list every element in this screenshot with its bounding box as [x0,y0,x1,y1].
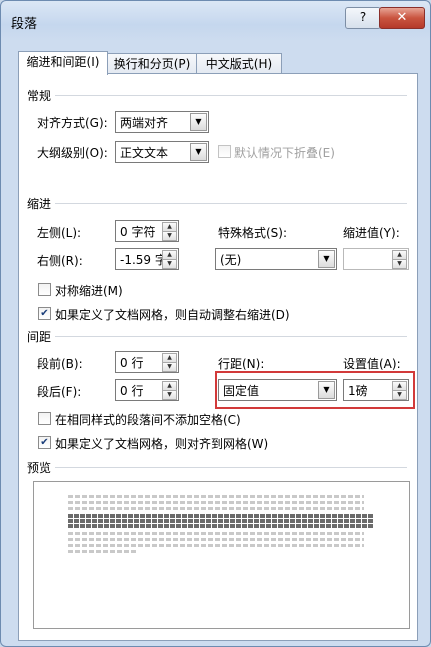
tab-panel: 常规 对齐方式(G): 两端对齐 ▼ 大纲级别(O): 正文文本 ▼ 默认情况下… [18,73,418,641]
paragraph-dialog: 段落 ? ✕ 缩进和间距(I) 换行和分页(P) 中文版式(H) 常规 对齐方式… [0,0,431,647]
close-button[interactable]: ✕ [379,7,425,29]
collapse-checkbox[interactable] [218,145,231,158]
preview-line [68,514,374,518]
preview-line [68,550,138,553]
general-separator [55,95,407,96]
preview-line [68,495,364,498]
spacing-at-label: 设置值(A): [343,357,401,371]
chevron-down-icon: ▼ [318,250,335,268]
outline-level-value: 正文文本 [120,146,169,160]
auto-adjust-indent-checkbox[interactable]: ✔ [38,307,51,320]
special-indent-value: (无) [220,253,242,267]
alignment-value: 两端对齐 [120,116,169,130]
auto-adjust-indent-label: 如果定义了文档网格，则自动调整右缩进(D) [55,308,290,322]
right-indent-label: 右侧(R): [37,254,83,268]
outline-level-label: 大纲级别(O): [37,146,108,160]
special-indent-label: 特殊格式(S): [218,226,288,240]
preview-line [68,501,364,504]
alignment-label: 对齐方式(G): [37,116,108,130]
preview-line [68,532,364,535]
space-before-value: 0 行 [120,356,144,370]
space-before-label: 段前(B): [37,357,83,371]
preview-line [68,544,364,547]
indent-by-spinner[interactable]: ▲ ▼ [343,248,409,270]
outline-level-dropdown[interactable]: 正文文本 ▼ [115,141,209,163]
right-indent-value: -1.59 字 [120,253,167,267]
tab-line-page-breaks[interactable]: 换行和分页(P) [107,53,197,75]
chevron-down-icon: ▼ [190,113,207,131]
highlight-box [215,371,415,409]
snap-to-grid-checkbox[interactable]: ✔ [38,436,51,449]
line-spacing-label: 行距(N): [218,357,265,371]
special-indent-dropdown[interactable]: (无) ▼ [215,248,337,270]
spin-down-icon[interactable]: ▼ [162,362,177,372]
help-button[interactable]: ? [345,7,381,29]
space-before-spinner[interactable]: 0 行 ▲ ▼ [115,351,179,373]
collapse-label: 默认情况下折叠(E) [234,146,335,160]
dialog-title: 段落 [11,17,38,32]
preview-line [68,524,374,528]
chevron-down-icon: ▼ [190,143,207,161]
spin-down-icon[interactable]: ▼ [162,231,177,241]
preview-separator [55,467,407,468]
mirror-indent-label: 对称缩进(M) [55,284,123,298]
alignment-dropdown[interactable]: 两端对齐 ▼ [115,111,209,133]
preview-line [68,519,374,523]
indent-separator [55,203,407,204]
space-after-label: 段后(F): [37,385,82,399]
space-after-spinner[interactable]: 0 行 ▲ ▼ [115,379,179,401]
preview-line [68,507,364,510]
preview-line [68,538,364,541]
left-indent-value: 0 字符 [120,225,156,239]
no-space-same-style-label: 在相同样式的段落间不添加空格(C) [55,413,241,427]
spin-down-icon[interactable]: ▼ [162,259,177,269]
tab-indents-spacing[interactable]: 缩进和间距(I) [18,51,108,75]
preview-section-title: 预览 [27,461,52,475]
spacing-section-title: 间距 [27,330,52,344]
space-after-value: 0 行 [120,384,144,398]
spin-down-icon[interactable]: ▼ [392,259,407,269]
indent-section-title: 缩进 [27,197,52,211]
left-indent-label: 左侧(L): [37,226,82,240]
mirror-indent-checkbox[interactable] [38,283,51,296]
indent-by-label: 缩进值(Y): [343,226,400,240]
spin-down-icon[interactable]: ▼ [162,390,177,400]
tab-asian-typography[interactable]: 中文版式(H) [196,53,282,75]
right-indent-spinner[interactable]: -1.59 字 ▲ ▼ [115,248,179,270]
general-section-title: 常规 [27,89,52,103]
no-space-same-style-checkbox[interactable] [38,412,51,425]
snap-to-grid-label: 如果定义了文档网格，则对齐到网格(W) [55,437,269,451]
spacing-separator [55,336,407,337]
left-indent-spinner[interactable]: 0 字符 ▲ ▼ [115,220,179,242]
preview-pane [33,481,410,629]
